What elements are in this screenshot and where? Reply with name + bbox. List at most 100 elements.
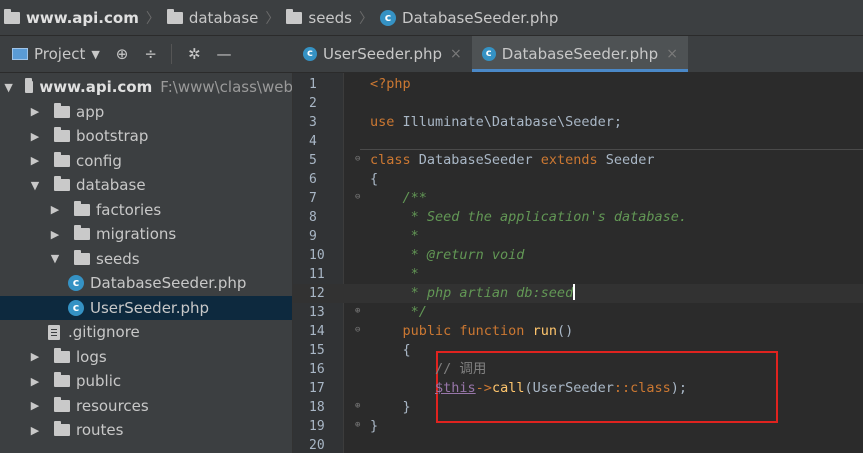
tree-item[interactable]: ▶ migrations [0,222,292,246]
close-icon[interactable]: × [666,46,678,62]
breadcrumb-item-database[interactable]: database [166,8,258,27]
tree-item[interactable]: ▶ factories [0,198,292,222]
close-icon[interactable]: × [450,46,462,62]
code-line[interactable]: 14 ⊖ public function run() [293,322,863,341]
tab-label: UserSeeder.php [323,45,443,63]
tab-user-seeder[interactable]: c UserSeeder.php × [293,36,472,72]
minimize-icon[interactable]: — [217,45,232,63]
breadcrumb-root-label: www.api.com [26,8,139,27]
project-panel-title[interactable]: Project [34,45,85,63]
code-line[interactable]: 9 * [293,227,863,246]
target-icon[interactable]: ⊕ [116,45,129,63]
tree-item[interactable]: ▶ resources [0,394,292,418]
tree-item[interactable]: c UserSeeder.php [0,295,292,320]
tree-item-label: UserSeeder.php [90,298,210,317]
chevron-right-icon[interactable]: ▶ [28,399,42,412]
breadcrumb-separator: 〉 [145,10,160,27]
tree-item-label: app [76,102,105,121]
code-token: // 调用 [370,361,487,377]
folder-icon [286,8,303,24]
tab-label: DatabaseSeeder.php [501,45,659,63]
line-number: 4 [309,134,317,149]
chevron-down-icon[interactable]: ▼ [91,48,99,61]
breadcrumb-item-seeds[interactable]: seeds [286,8,352,27]
chevron-down-icon[interactable]: ▼ [28,179,42,192]
code-line[interactable]: 11 * [293,265,863,284]
code-token: */ [370,304,427,320]
chevron-right-icon[interactable]: ▶ [28,130,42,143]
breadcrumb-file[interactable]: c DatabaseSeeder.php [380,9,558,27]
breadcrumb-item-label: seeds [308,8,352,27]
chevron-right-icon[interactable]: ▶ [28,424,42,437]
chevron-right-icon[interactable]: ▶ [28,105,42,118]
tree-item[interactable]: ▶ routes [0,418,292,442]
tree-item[interactable]: ▼ seeds [0,247,292,271]
code-line[interactable]: 16 // 调用 [293,360,863,379]
code-line[interactable]: 13 ⊕ */ [293,303,863,322]
text-cursor [573,284,576,300]
code-line[interactable]: 10 * @return void [293,246,863,265]
fold-marker-icon[interactable]: ⊕ [355,402,364,411]
folder-icon [54,372,70,387]
code-editor[interactable]: 1 <?php 2 3 use Illuminate\Database\Seeder; 4… [293,73,863,453]
tree-item[interactable]: ▼ database [0,173,292,197]
code-text: * @return void [370,246,525,265]
code-line[interactable]: 4 [293,132,863,151]
tree-item[interactable]: ▶ bootstrap [0,124,292,148]
fold-marker-icon[interactable]: ⊖ [355,326,364,335]
chevron-down-icon[interactable]: ▼ [4,81,12,94]
code-token: () [556,323,574,339]
code-text: } [370,417,378,436]
line-number: 13 [309,305,325,320]
code-token: * @return void [370,247,525,263]
code-line[interactable]: 5 ⊖ class DatabaseSeeder extends Seeder [293,151,863,170]
code-line[interactable]: 1 <?php [293,75,863,94]
chevron-right-icon[interactable]: ▶ [28,350,42,363]
tree-item-path: F:\www\class\web [160,78,293,96]
breadcrumb-root[interactable]: www.api.com [4,8,139,27]
chevron-right-icon[interactable]: ▶ [48,203,62,216]
tree-item[interactable]: .gitignore [0,320,292,344]
code-token: } [370,418,379,434]
tree-item[interactable]: c DatabaseSeeder.php [0,271,292,295]
chevron-right-icon[interactable]: ▶ [48,228,62,241]
folder-icon [74,225,90,240]
code-line[interactable]: 15 { [293,341,863,360]
code-line[interactable]: 2 [293,94,863,113]
gear-icon[interactable]: ✲ [188,45,201,63]
code-token: /** [370,190,427,206]
collapse-icon[interactable]: ÷ [144,45,157,63]
code-token: * [370,266,419,282]
code-line[interactable]: 20 [293,436,863,453]
folder-icon [54,102,70,118]
tree-item[interactable]: ▶ logs [0,345,292,369]
chevron-down-icon[interactable]: ▼ [48,252,62,265]
code-line[interactable]: 8 * Seed the application's database. [293,208,863,227]
tree-item[interactable]: ▶ config [0,149,292,173]
tree-item[interactable]: ▶ public [0,369,292,393]
line-number: 12 [309,286,325,301]
code-line[interactable]: 6{ [293,170,863,189]
chevron-right-icon[interactable]: ▶ [28,375,42,388]
code-line[interactable]: 3 use Illuminate\Database\Seeder; [293,113,863,132]
chevron-right-icon[interactable]: ▶ [28,154,42,167]
code-line[interactable]: 7 ⊖ /** [293,189,863,208]
code-line[interactable]: 18 ⊕ } [293,398,863,417]
fold-marker-icon[interactable]: ⊖ [355,155,364,164]
code-token: extends [540,152,606,168]
fold-marker-icon[interactable]: ⊖ [355,193,364,202]
fold-marker-icon[interactable]: ⊕ [355,307,364,316]
code-token: * [370,228,419,244]
folder-icon [74,249,90,265]
line-number: 14 [309,324,325,339]
tab-database-seeder[interactable]: c DatabaseSeeder.php × [471,36,688,72]
code-token: { [370,342,411,358]
tree-item[interactable]: ▼ www.api.com F:\www\class\web [0,75,293,99]
code-line[interactable]: 17 $this->call(UserSeeder::class); [293,379,863,398]
fold-marker-icon[interactable]: ⊕ [355,421,364,430]
code-line[interactable]: 12 * php artian db:seed [293,284,863,303]
tree-item[interactable]: ▶ app [0,100,292,124]
code-line[interactable]: 19 ⊕} [293,417,863,436]
breadcrumb-separator: 〉 [265,10,280,27]
line-number: 5 [309,153,317,168]
